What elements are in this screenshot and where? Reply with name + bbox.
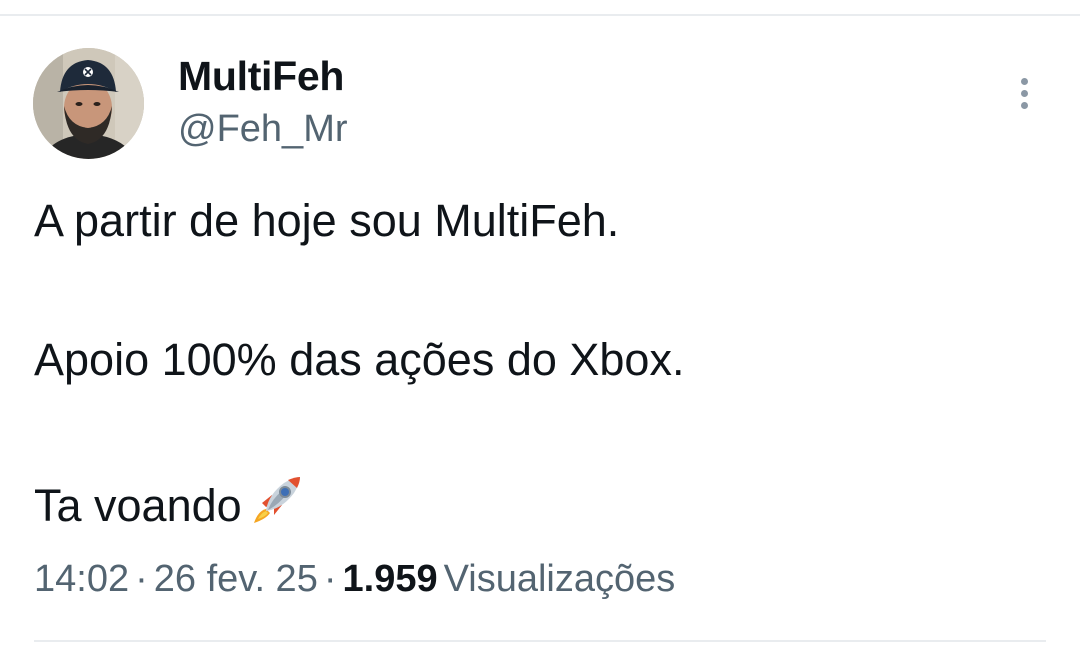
more-options-icon	[1020, 77, 1028, 85]
top-divider	[0, 14, 1080, 16]
bottom-divider	[34, 640, 1046, 642]
avatar[interactable]	[33, 48, 144, 159]
meta-separator: ·	[135, 558, 148, 600]
author-handle[interactable]: @Feh_Mr	[178, 107, 348, 151]
tweet-text-line: Ta voando	[34, 480, 242, 531]
tweet-text-line: A partir de hoje sou MultiFeh.	[34, 195, 620, 246]
author-display-name[interactable]: MultiFeh	[178, 52, 344, 100]
meta-separator: ·	[323, 558, 337, 600]
avatar-photo	[33, 48, 144, 159]
tweet-meta: 14:02 · 26 fev. 25 · 1.959 Visualizações	[34, 556, 675, 602]
more-options-button[interactable]	[1006, 72, 1042, 114]
rocket-icon	[248, 473, 304, 541]
tweet-date[interactable]: 26 fev. 25	[154, 558, 318, 600]
tweet-text-line: Apoio 100% das ações do Xbox.	[34, 334, 685, 385]
tweet-text-line-with-emoji: Ta voando	[34, 473, 304, 541]
tweet-time[interactable]: 14:02	[34, 558, 129, 600]
views-label: Visualizações	[443, 558, 676, 600]
more-options-icon-dot	[1020, 101, 1028, 109]
views-count: 1.959	[342, 558, 438, 600]
more-options-icon-dot	[1020, 89, 1028, 97]
